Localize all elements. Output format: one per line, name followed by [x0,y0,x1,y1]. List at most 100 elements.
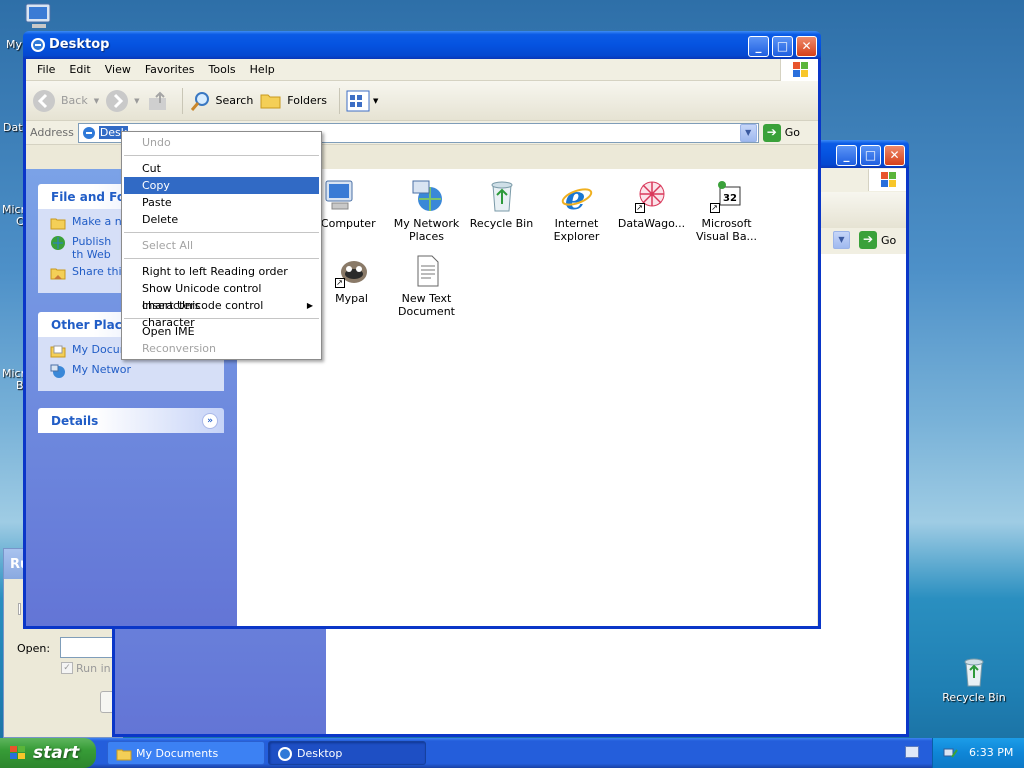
menu-item-delete[interactable]: Delete [124,211,319,228]
menu-file[interactable]: File [30,61,62,78]
shortcut-arrow-icon: ↗ [334,278,345,288]
menu-item-undo[interactable]: Undo [124,134,319,151]
publish-web-icon [51,236,65,250]
address-dropdown[interactable]: ▼ [739,123,757,142]
forward-arrow-icon [106,89,129,112]
go-button[interactable]: ➔ Go [859,231,896,249]
desktop-folder-icon [278,747,292,761]
shortcut-arrow-icon: ↗ [634,203,645,213]
clock[interactable]: 6:33 PM [969,746,1013,759]
folders-icon [260,94,281,108]
menu-help[interactable]: Help [243,61,282,78]
menu-separator [124,258,319,259]
menu-item-open-ime[interactable]: Open IME [124,323,319,340]
address-label: Address [30,126,74,139]
desktop-icon-label: Recycle Bin [942,691,1006,704]
maximize-button[interactable]: □ [772,36,793,57]
taskbar-button-desktop[interactable]: Desktop [268,741,426,765]
go-button[interactable]: ➔ Go [762,123,814,142]
back-button[interactable]: Back ▼ [32,89,99,113]
recycle-bin-icon [958,656,990,688]
recycle-bin-icon [485,179,519,213]
up-folder-button[interactable] [146,89,170,113]
file-icon-internet-explorer[interactable]: e Internet Explorer [539,179,614,243]
toolbar-separator [181,87,183,114]
menu-tools[interactable]: Tools [202,61,243,78]
svg-text:e: e [565,179,585,213]
desktop-icon-recycle-bin[interactable]: Recycle Bin [942,656,1006,704]
file-icon-datawagon[interactable]: ↗ DataWago... [614,179,689,230]
menu-item-reconversion[interactable]: Reconversion [124,340,319,357]
computer-icon [25,3,51,28]
details: Details » [38,408,224,433]
keyboard-icon[interactable] [905,746,919,758]
network-tray-icon[interactable] [943,745,959,761]
chevron-down-icon: ▼ [134,96,140,105]
chevron-down-icon: ▼ [373,96,379,105]
forward-button[interactable]: ▼ [105,89,140,113]
run-open-label: Open: [17,642,51,655]
back-arrow-icon [33,89,55,112]
menu-view[interactable]: View [98,61,138,78]
close-button[interactable]: ✕ [884,145,905,166]
folders-label: Folders [287,94,328,107]
menu-item-rtl-reading-order[interactable]: Right to left Reading order [124,263,319,280]
system-tray: 6:33 PM [932,738,1024,768]
menu-separator [124,232,319,233]
chevron-down-icon: ▼ [93,96,100,105]
file-icon-mypal[interactable]: ↗ Mypal [314,254,389,305]
menu-item-paste[interactable]: Paste [124,194,319,211]
maximize-button[interactable]: □ [860,145,881,166]
network-places-icon [50,364,65,378]
run-in-separate-checkbox[interactable]: ✓ [61,662,73,674]
context-menu: Undo Cut Copy Paste Delete Select All Ri… [121,131,322,360]
folder-icon [116,749,132,761]
go-label: Go [881,233,897,247]
menu-item-copy[interactable]: Copy [124,177,319,194]
start-button[interactable]: start [0,738,96,768]
windows-logo-icon [10,746,25,759]
file-icon-my-network-places[interactable]: My Network Places [389,179,464,243]
menu-favorites[interactable]: Favorites [138,61,202,78]
share-folder-icon [50,268,66,280]
menu-item-insert-unicode-char[interactable]: Insert Unicode control character ▶ [124,297,319,329]
expand-chevron-icon[interactable]: » [202,413,218,429]
menu-item-cut[interactable]: Cut [124,160,319,177]
minimize-button[interactable]: _ [836,145,857,166]
desktop-icon-my-computer[interactable] [22,2,56,32]
views-button[interactable]: ▼ [346,90,378,112]
menu-item-show-unicode-chars[interactable]: Show Unicode control characters [124,280,319,312]
text-document-icon [410,254,444,288]
content-area: My Computer My Network Places Recycle Bi… [237,169,817,626]
go-arrow-icon: ➔ [859,231,877,249]
datawagon-icon: ↗ [634,179,669,213]
taskbar-button-my-documents[interactable]: My Documents [107,741,265,765]
details-title: Details [51,414,99,428]
shortcut-arrow-icon: ↗ [709,203,720,213]
minimize-button[interactable]: _ [748,36,769,57]
my-network-places-link[interactable]: My Networ [50,363,224,379]
windows-flag-icon [780,59,818,81]
menu-item-select-all[interactable]: Select All [124,237,319,254]
details-header[interactable]: Details » [38,408,224,433]
menubar: File Edit View Favorites Tools Help [26,59,818,81]
desktop-address-icon [82,126,95,139]
menu-edit[interactable]: Edit [62,61,97,78]
address-dropdown[interactable]: ▼ [833,231,850,249]
desktop-label-fragment: My [6,38,23,51]
svg-text:32: 32 [723,193,737,204]
desktop-window-titlebar[interactable]: Desktop _ □ ✕ [23,31,821,59]
file-icon-visual-basic[interactable]: 32 ↗ Microsoft Visual Ba... [689,179,764,243]
new-folder-icon [50,218,66,230]
submenu-arrow-icon: ▶ [306,301,313,310]
file-icon-new-text-document[interactable]: New Text Document [389,254,464,318]
desktop-folder-icon [30,37,46,53]
network-places-icon [410,179,444,213]
file-icon-recycle-bin[interactable]: Recycle Bin [464,179,539,230]
search-button[interactable]: Search [189,89,253,113]
start-label: start [33,743,80,763]
close-button[interactable]: ✕ [796,36,817,57]
computer-icon [322,179,356,213]
go-arrow-icon: ➔ [762,123,781,142]
folders-button[interactable]: Folders [259,89,327,113]
